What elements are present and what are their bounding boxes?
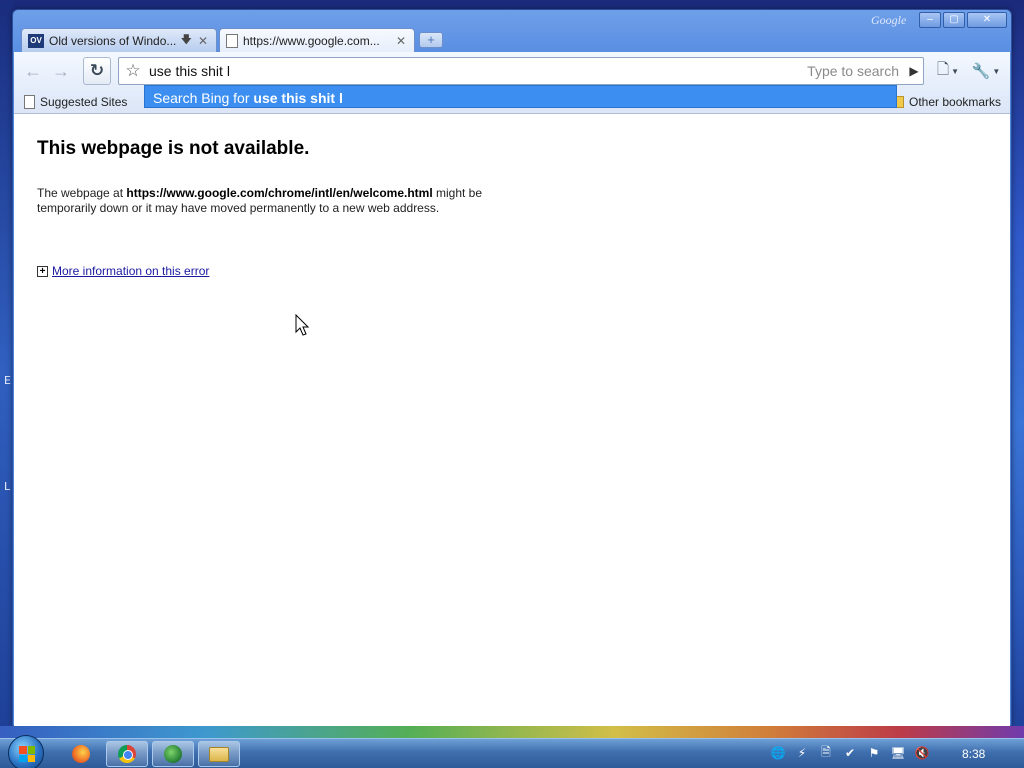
bookmark-other-bookmarks[interactable]: Other bookmarks (896, 95, 1001, 109)
taskbar: 🌐 ⚡ 🗎 ✔ ⚑ 🖥 🔇 8:38 (0, 735, 1024, 768)
globe-icon (164, 745, 182, 763)
start-button[interactable] (8, 735, 44, 768)
expand-plus-icon[interactable]: + (37, 265, 48, 277)
chevron-down-icon: ▼ (992, 66, 1001, 76)
suggestion-prefix: Search Bing for (153, 90, 254, 106)
page-favicon-icon (226, 34, 238, 48)
folder-icon (209, 746, 229, 762)
page-content: This webpage is not available. The webpa… (14, 114, 1010, 726)
reload-button[interactable]: ↻ (83, 57, 111, 85)
page-icon: 🗋 (937, 60, 950, 78)
tab-title: https://www.google.com... (243, 34, 380, 48)
mouse-cursor-icon (295, 314, 309, 336)
system-tray: 🌐 ⚡ 🗎 ✔ ⚑ 🖥 🔇 (770, 745, 930, 761)
bookmark-suggested-sites[interactable]: Suggested Sites (24, 95, 127, 109)
address-input[interactable] (149, 61, 769, 81)
taskbar-globe-app[interactable] (152, 741, 194, 767)
clock[interactable]: 8:38 (962, 747, 985, 761)
windows-logo-icon (19, 746, 35, 762)
error-url: https://www.google.com/chrome/intl/en/we… (126, 186, 433, 200)
action-center-flag-icon[interactable]: ⚑ (866, 745, 882, 761)
suggestion-query: use this shit l (253, 90, 343, 106)
omnibox: ☆ Type to search ▶ (118, 57, 924, 85)
volume-muted-icon[interactable]: 🔇 (914, 745, 930, 761)
security-check-icon[interactable]: ✔ (842, 745, 858, 761)
network-globe-icon[interactable]: 🌐 (770, 745, 786, 761)
more-info-link[interactable]: More information on this error (52, 264, 209, 278)
bookmark-label: Suggested Sites (40, 95, 128, 109)
page-icon (24, 95, 35, 109)
more-info-row: + More information on this error (37, 264, 209, 278)
firefox-icon (72, 745, 90, 763)
tab-title: Old versions of Windo... (49, 33, 177, 48)
error-prefix: The webpage at (37, 186, 127, 200)
tab-google[interactable]: https://www.google.com... ✕ (219, 28, 415, 53)
wrench-menu-button[interactable]: 🔧 ▼ (970, 60, 1002, 82)
chrome-icon (118, 745, 136, 763)
bookmark-label: Other bookmarks (909, 95, 1002, 109)
star-icon[interactable]: ☆ (123, 62, 143, 80)
browser-window: Google – ▢ ✕ OV Old versions of Windo...… (12, 9, 1012, 726)
back-button[interactable]: ← (20, 59, 46, 83)
taskbar-firefox[interactable] (60, 741, 102, 767)
go-arrow-icon[interactable]: ▶ (905, 60, 923, 82)
tab-old-versions[interactable]: OV Old versions of Windo... 🡇 ✕ (21, 28, 217, 52)
minimize-button[interactable]: – (919, 12, 941, 28)
close-window-button[interactable]: ✕ (967, 12, 1007, 28)
wrench-icon: 🔧 (971, 63, 991, 80)
new-tab-button[interactable]: + (419, 32, 443, 48)
tab-close-icon[interactable]: ✕ (396, 34, 406, 48)
oldversion-favicon-icon: OV (28, 33, 44, 48)
forward-button[interactable]: → (48, 59, 74, 83)
taskbar-chrome[interactable] (106, 741, 148, 767)
window-brand: Google (871, 13, 907, 27)
document-icon[interactable]: 🗎 (818, 745, 834, 761)
search-hint: Type to search (807, 63, 899, 79)
download-arrow-icon: 🡇 (180, 34, 192, 46)
page-menu-button[interactable]: 🗋 ▼ (932, 60, 964, 82)
folder-icon (896, 96, 904, 108)
safely-remove-icon[interactable]: ⚡ (794, 745, 810, 761)
taskbar-explorer[interactable] (198, 741, 240, 767)
maximize-button[interactable]: ▢ (943, 12, 965, 28)
autocomplete-suggestion[interactable]: Search Bing for use this shit l (144, 85, 897, 108)
chevron-down-icon: ▼ (951, 66, 959, 76)
network-monitor-icon[interactable]: 🖥 (890, 745, 906, 761)
error-message: The webpage at https://www.google.com/ch… (37, 186, 487, 216)
tab-close-icon[interactable]: ✕ (198, 34, 208, 48)
error-title: This webpage is not available. (37, 138, 310, 159)
